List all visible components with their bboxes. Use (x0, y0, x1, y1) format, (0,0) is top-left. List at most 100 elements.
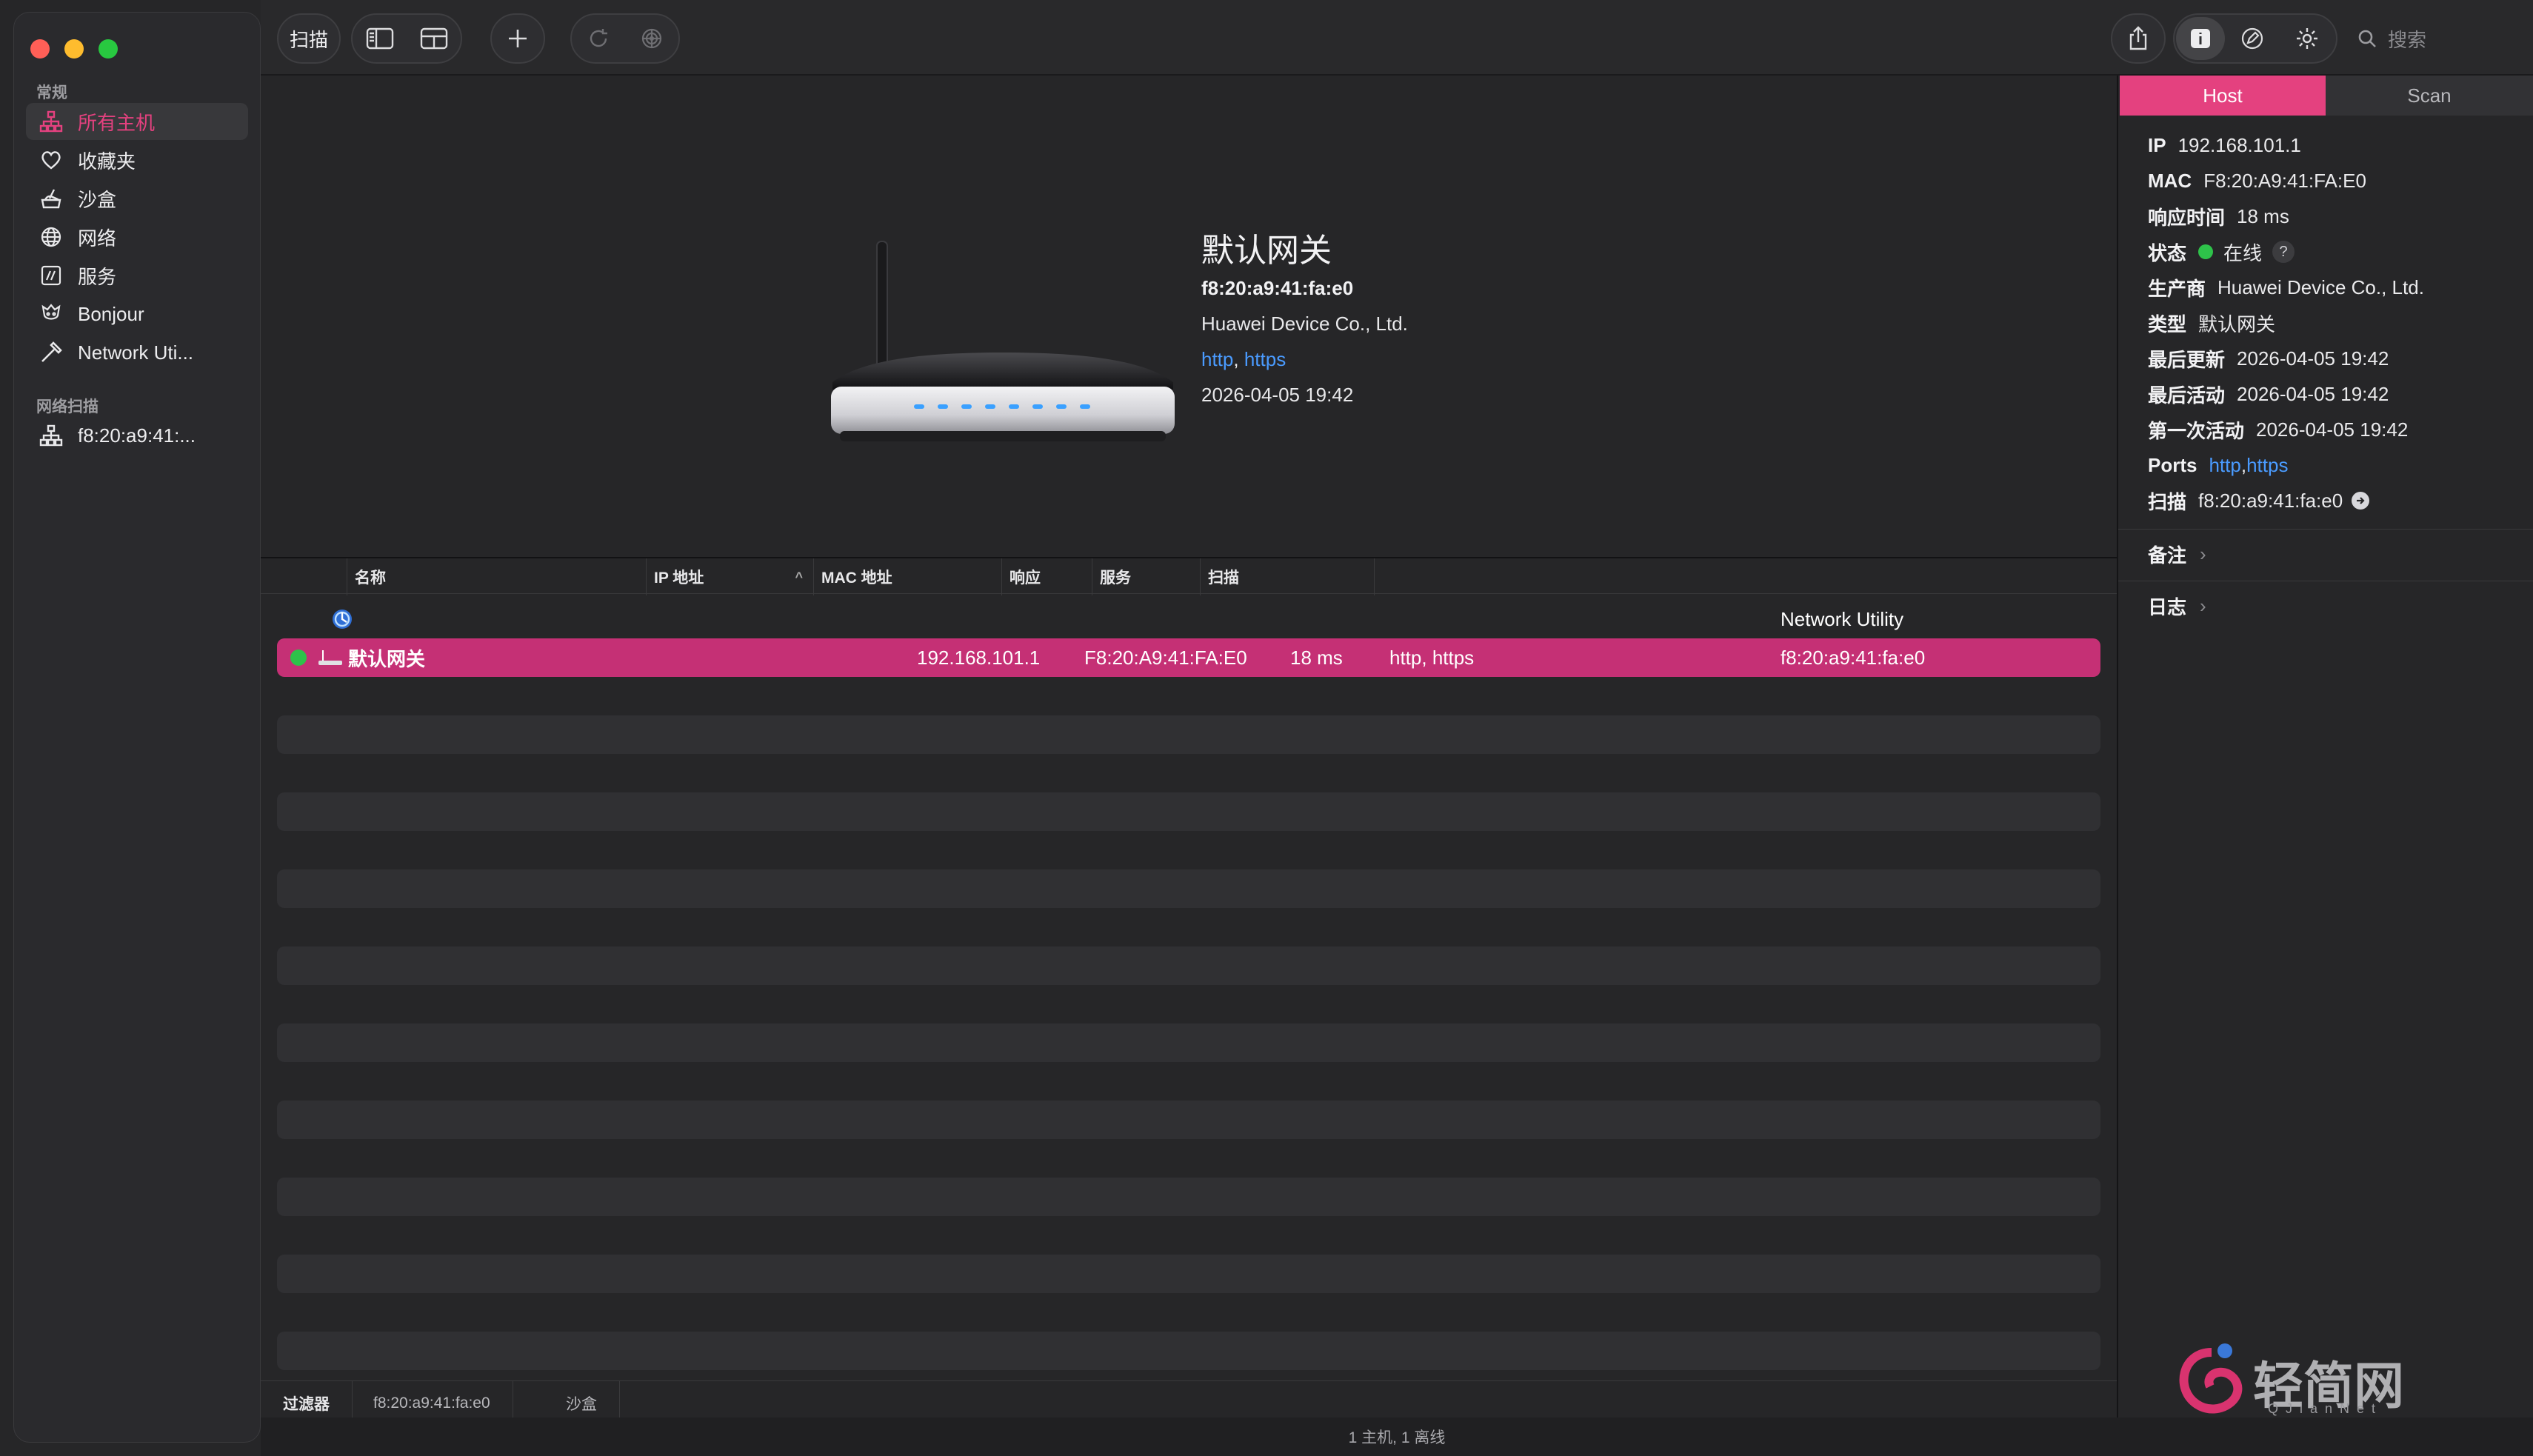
port-separator: , (1233, 348, 1244, 370)
arrow-right-circle-icon[interactable] (2352, 492, 2370, 510)
column-header-response[interactable]: 响应 (1001, 558, 1092, 595)
settings-button[interactable] (2280, 13, 2335, 64)
service-icon (36, 261, 66, 290)
empty-row (277, 1255, 2100, 1293)
port-link-https[interactable]: https (2246, 454, 2288, 477)
port-link-http[interactable]: http (2209, 454, 2240, 477)
sidebar-item-services[interactable]: 服务 (26, 257, 248, 294)
host-summary: 默认网关 f8:20:a9:41:fa:e0 Huawei Device Co.… (261, 76, 2117, 557)
column-label: MAC 地址 (821, 570, 892, 587)
sidebar-item-label: 服务 (78, 265, 117, 288)
column-label: 扫描 (1208, 570, 1239, 587)
column-header-services[interactable]: 服务 (1092, 558, 1200, 595)
detail-value: Huawei Device Co., Ltd. (2217, 275, 2424, 298)
sidebar-item-label: Network Uti... (78, 341, 194, 364)
row-mac: F8:20:A9:41:FA:E0 (1084, 646, 1247, 669)
sandbox-icon (36, 184, 66, 213)
tab-scan[interactable]: Scan (2326, 76, 2533, 116)
port-link-https[interactable]: https (1244, 348, 1286, 370)
empty-row (277, 1023, 2100, 1062)
row-response: 18 ms (1290, 646, 1343, 669)
log-label: 日志 (2148, 595, 2187, 618)
zoom-window-button[interactable] (99, 39, 118, 59)
router-image (831, 241, 1175, 441)
view-toggle-group (351, 13, 462, 64)
detail-value: 18 ms (2237, 204, 2289, 227)
radar-button[interactable] (625, 13, 678, 64)
sidebar-item-sandbox[interactable]: 沙盒 (26, 180, 248, 217)
port-link-http[interactable]: http (1201, 348, 1233, 370)
network-tree-icon (36, 421, 66, 450)
detail-value: 在线 (2223, 241, 2263, 264)
host-ports: http, https (1201, 348, 1286, 371)
sidebar-item-label: 网络 (78, 227, 117, 250)
notes-disclosure[interactable]: 备注 › (2148, 539, 2206, 569)
layout-toggle-button[interactable] (407, 13, 461, 64)
empty-row (277, 715, 2100, 754)
sidebar-section-general: 常规 (36, 84, 67, 101)
detail-value: f8:20:a9:41:fa:e0 (2198, 489, 2343, 512)
detail-value: 默认网关 (2198, 313, 2276, 335)
sidebar-item-all-hosts[interactable]: 所有主机 (26, 103, 248, 140)
network-tree-icon (36, 107, 66, 136)
sidebar: 常规 所有主机 收藏夹 沙盒 网络 服务 Bonjour Network Uti… (13, 12, 261, 1443)
group-label: Network Utility (1781, 607, 1904, 630)
sidebar-item-label: 沙盒 (78, 188, 117, 211)
column-header-ip[interactable]: IP 地址 ^ (646, 558, 813, 595)
info-button[interactable] (2176, 17, 2225, 60)
sidebar-toggle-button[interactable] (353, 13, 407, 64)
table-row[interactable]: 默认网关 192.168.101.1 F8:20:A9:41:FA:E0 18 … (277, 638, 2100, 677)
tab-host[interactable]: Host (2120, 76, 2326, 116)
scan-button[interactable]: 扫描 (277, 13, 341, 64)
group-row[interactable]: Network Utility (277, 600, 2100, 638)
filter-label: 过滤器 (283, 1396, 330, 1413)
status-online-dot (290, 638, 307, 677)
detail-response: 响应时间 18 ms (2148, 201, 2289, 231)
sidebar-item-bonjour[interactable]: Bonjour (26, 295, 248, 333)
sidebar-item-label: 所有主机 (78, 111, 156, 134)
watermark-logo: 轻简网 QJianNet (2167, 1338, 2523, 1419)
search-field[interactable]: 搜索 (2357, 13, 2520, 64)
detail-ip: IP 192.168.101.1 (2148, 130, 2301, 160)
share-icon (2129, 26, 2147, 50)
sidebar-item-scan[interactable]: f8:20:a9:41:... (26, 417, 248, 454)
scan-button-label: 扫描 (289, 28, 328, 51)
refresh-group (570, 13, 680, 64)
sidebar-item-favorites[interactable]: 收藏夹 (26, 141, 248, 178)
app-window: 常规 所有主机 收藏夹 沙盒 网络 服务 Bonjour Network Uti… (0, 0, 2533, 1456)
watermark-swirl-icon (2179, 1343, 2243, 1414)
sidebar-icon (366, 27, 393, 50)
close-window-button[interactable] (30, 39, 50, 59)
sidebar-item-network[interactable]: 网络 (26, 218, 248, 256)
bonjour-icon (36, 299, 66, 329)
sidebar-item-network-utility[interactable]: Network Uti... (26, 334, 248, 371)
divider (2118, 529, 2533, 530)
empty-row (277, 946, 2100, 985)
column-header-mac[interactable]: MAC 地址 (813, 558, 1001, 595)
minimize-window-button[interactable] (64, 39, 84, 59)
log-disclosure[interactable]: 日志 › (2148, 591, 2206, 621)
detail-ports: Ports http, https (2148, 450, 2288, 480)
refresh-button[interactable] (572, 13, 625, 64)
row-ip: 192.168.101.1 (917, 646, 1041, 669)
detail-key: 状态 (2148, 241, 2187, 264)
column-header-name[interactable]: 名称 (347, 558, 646, 595)
notes-label: 备注 (2148, 544, 2187, 567)
heart-icon (36, 145, 66, 175)
help-button[interactable]: ? (2272, 241, 2295, 263)
add-button[interactable] (490, 13, 545, 64)
detail-scan: 扫描 f8:20:a9:41:fa:e0 (2148, 486, 2370, 515)
table-header: 名称 IP 地址 ^ MAC 地址 响应 服务 扫描 (261, 557, 2117, 595)
empty-row (277, 792, 2100, 831)
host-mac: f8:20:a9:41:fa:e0 (1201, 277, 1354, 299)
detail-state: 状态 在线? (2148, 237, 2295, 267)
detail-mac: MAC F8:20:A9:41:FA:E0 (2148, 166, 2366, 196)
column-header-scan[interactable]: 扫描 (1200, 558, 1375, 595)
detail-key: Ports (2148, 453, 2197, 476)
port-separator: , (2240, 453, 2247, 476)
watermark-subtext: QJianNet (2268, 1401, 2383, 1416)
share-button[interactable] (2111, 13, 2166, 64)
detail-key: MAC (2148, 169, 2192, 192)
edit-button[interactable] (2225, 13, 2280, 64)
column-label: 名称 (355, 570, 386, 587)
